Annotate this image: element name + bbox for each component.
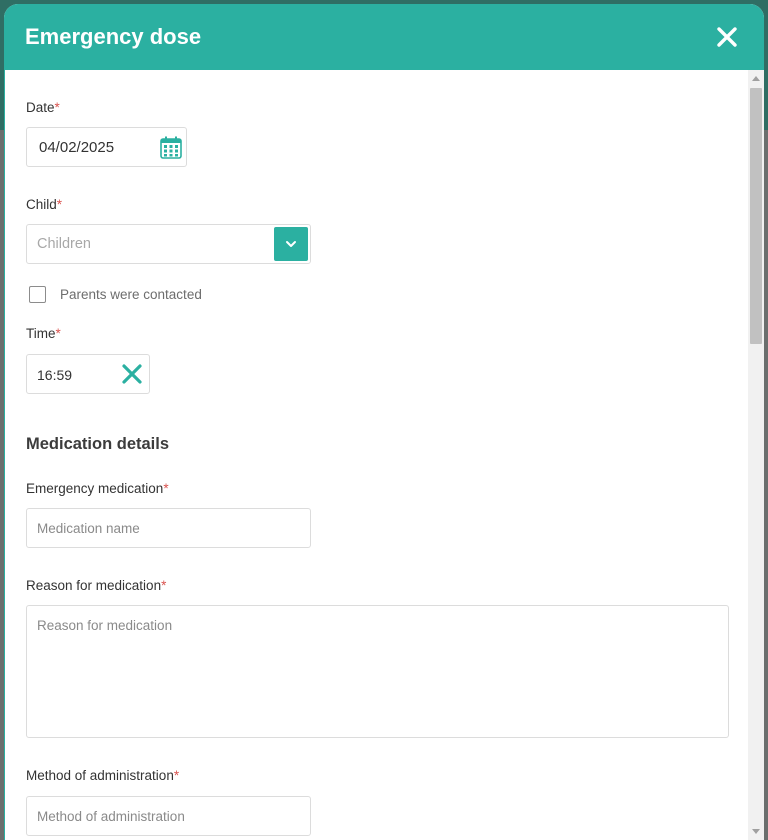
close-button[interactable] xyxy=(712,22,742,52)
method-input[interactable]: Method of administration xyxy=(26,796,311,836)
medication-name-input[interactable]: Medication name xyxy=(26,508,311,548)
method-label: Method of administration* xyxy=(26,768,180,783)
close-icon xyxy=(717,27,737,47)
reason-textarea[interactable]: Reason for medication xyxy=(26,605,729,738)
scroll-up-arrow[interactable] xyxy=(752,76,760,81)
time-input[interactable]: 16:59 xyxy=(26,354,150,394)
calendar-icon[interactable] xyxy=(160,136,182,159)
reason-label: Reason for medication* xyxy=(26,578,167,593)
chevron-down-icon xyxy=(286,241,296,247)
parents-contacted-label[interactable]: Parents were contacted xyxy=(60,287,202,302)
time-value: 16:59 xyxy=(37,367,73,383)
modal-body[interactable]: Date* 04/02/2025 Child* Children Parents… xyxy=(4,70,764,840)
method-placeholder: Method of administration xyxy=(37,809,185,824)
scrollbar[interactable] xyxy=(748,70,764,840)
date-label: Date* xyxy=(26,100,60,115)
emergency-dose-modal: Emergency dose Date* 04/02/2025 Child* C… xyxy=(4,4,764,840)
modal-header: Emergency dose xyxy=(4,4,764,70)
child-label: Child* xyxy=(26,197,63,212)
time-label: Time* xyxy=(26,326,61,341)
scroll-down-arrow[interactable] xyxy=(752,829,760,834)
modal-title: Emergency dose xyxy=(25,24,202,49)
dropdown-button[interactable] xyxy=(274,227,308,261)
date-value: 04/02/2025 xyxy=(39,139,115,156)
medication-details-heading: Medication details xyxy=(26,435,170,453)
reason-placeholder: Reason for medication xyxy=(37,618,173,633)
parents-contacted-checkbox[interactable] xyxy=(29,286,46,303)
scroll-thumb[interactable] xyxy=(750,88,762,344)
child-placeholder: Children xyxy=(37,236,91,252)
emergency-medication-label: Emergency medication* xyxy=(26,481,169,496)
clear-x-icon[interactable] xyxy=(121,363,143,385)
child-select[interactable]: Children xyxy=(26,224,311,264)
medication-name-placeholder: Medication name xyxy=(37,521,140,536)
date-input[interactable]: 04/02/2025 xyxy=(26,127,187,167)
